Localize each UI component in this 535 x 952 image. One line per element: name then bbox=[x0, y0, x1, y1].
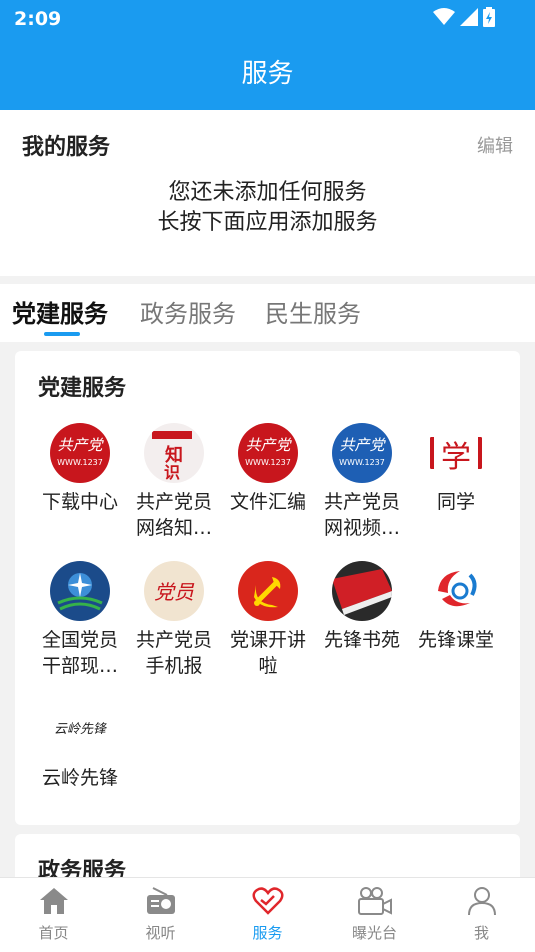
tab-livelihood-services[interactable]: 民生服务 bbox=[265, 294, 361, 329]
service-label: 同学 bbox=[436, 491, 475, 513]
my-services-title: 我的服务 bbox=[22, 135, 111, 160]
service-label: 下载中心 bbox=[41, 491, 118, 513]
signal-icon bbox=[460, 8, 478, 26]
service-pioneer-library[interactable]: 先锋书苑 bbox=[315, 561, 409, 653]
service-label: 共产党员网络知… bbox=[135, 491, 212, 539]
yunling-calligraphy-icon: 云岭先锋 bbox=[50, 699, 110, 759]
svg-text:WWW.1237: WWW.1237 bbox=[245, 458, 291, 467]
svg-text:共产党: 共产党 bbox=[339, 436, 386, 454]
service-video-network[interactable]: 共产党 WWW.1237 共产党员网视频… bbox=[315, 423, 409, 541]
xue-study-icon: 学 bbox=[426, 423, 486, 483]
nav-label: 服务 bbox=[252, 924, 283, 942]
svg-text:云岭先锋: 云岭先锋 bbox=[54, 722, 108, 737]
service-label: 先锋课堂 bbox=[417, 629, 494, 651]
service-document-compilation[interactable]: 共产党 WWW.1237 文件汇编 bbox=[221, 423, 315, 515]
remote-education-globe-icon bbox=[50, 561, 110, 621]
nav-label: 我 bbox=[473, 924, 489, 942]
service-label: 先锋书苑 bbox=[323, 629, 400, 651]
nav-label: 视听 bbox=[145, 924, 176, 942]
battery-icon bbox=[483, 7, 495, 27]
radio-icon bbox=[146, 887, 175, 914]
svg-text:WWW.1237: WWW.1237 bbox=[339, 458, 385, 467]
service-party-lecture[interactable]: 党课开讲啦 bbox=[221, 561, 315, 679]
status-bar: 2:09 bbox=[0, 0, 535, 38]
heart-service-icon bbox=[252, 887, 283, 915]
nav-me[interactable]: 我 bbox=[428, 886, 535, 943]
svg-text:WWW.1237: WWW.1237 bbox=[57, 458, 103, 467]
party-services-title: 党建服务 bbox=[38, 376, 127, 401]
svg-text:学: 学 bbox=[441, 440, 471, 475]
svg-text:识: 识 bbox=[164, 463, 180, 482]
page-title: 服务 bbox=[241, 59, 294, 89]
active-tab-indicator bbox=[44, 332, 80, 336]
empty-line-2: 长按下面应用添加服务 bbox=[157, 210, 378, 235]
service-remote-education[interactable]: 全国党员干部现… bbox=[33, 561, 127, 679]
service-classmates[interactable]: 学 同学 bbox=[409, 423, 503, 515]
svg-text:党员: 党员 bbox=[154, 580, 195, 604]
video-camera-icon bbox=[357, 887, 392, 915]
zhishi-quiz-icon: 知识 bbox=[144, 423, 204, 483]
service-label: 文件汇编 bbox=[229, 491, 306, 513]
person-icon bbox=[467, 887, 496, 916]
empty-line-1: 您还未添加任何服务 bbox=[168, 180, 367, 205]
gongchandangyuan-logo-icon: 共产党 WWW.1237 bbox=[50, 423, 110, 483]
nav-exposure[interactable]: 曝光台 bbox=[321, 886, 428, 943]
service-label: 党课开讲啦 bbox=[229, 629, 306, 677]
service-mobile-newspaper[interactable]: 党员 共产党员手机报 bbox=[127, 561, 221, 679]
party-emblem-icon bbox=[238, 561, 298, 621]
party-services-card: 党建服务 共产党 WWW.1237 下载中心 知识 共产党员网络知… 共产党 WWW… bbox=[15, 351, 520, 825]
nav-label: 曝光台 bbox=[351, 924, 397, 942]
gongchandangyuan-blue-logo-icon: 共产党 WWW.1237 bbox=[332, 423, 392, 483]
service-label: 全国党员干部现… bbox=[41, 629, 118, 677]
bottom-navigation: 首页 视听 服务 曝光台 我 bbox=[0, 877, 535, 952]
my-services-panel: 我的服务 编辑 您还未添加任何服务 长按下面应用添加服务 bbox=[0, 110, 535, 276]
svg-text:共产党: 共产党 bbox=[57, 436, 104, 454]
mobile-newspaper-icon: 党员 bbox=[144, 561, 204, 621]
service-pioneer-classroom[interactable]: 先锋课堂 bbox=[409, 561, 503, 653]
service-download-center[interactable]: 共产党 WWW.1237 下载中心 bbox=[33, 423, 127, 515]
app-bar: 服务 bbox=[0, 38, 535, 110]
tab-party-services[interactable]: 党建服务 bbox=[12, 294, 108, 329]
service-knowledge-quiz[interactable]: 知识 共产党员网络知… bbox=[127, 423, 221, 541]
nav-label: 首页 bbox=[38, 924, 69, 942]
status-time: 2:09 bbox=[14, 8, 62, 30]
service-label: 共产党员网视频… bbox=[323, 491, 400, 539]
status-icons bbox=[433, 7, 495, 27]
gongchandangyuan-logo-icon: 共产党 WWW.1237 bbox=[238, 423, 298, 483]
svg-text:共产党: 共产党 bbox=[245, 436, 292, 454]
pioneer-classroom-icon bbox=[426, 561, 486, 621]
service-label: 云岭先锋 bbox=[41, 767, 118, 789]
service-label: 共产党员手机报 bbox=[135, 629, 212, 677]
service-yunling-pioneer[interactable]: 云岭先锋 云岭先锋 bbox=[33, 699, 127, 791]
nav-services[interactable]: 服务 bbox=[214, 886, 321, 943]
tab-government-services[interactable]: 政务服务 bbox=[140, 294, 236, 329]
wifi-icon bbox=[433, 8, 455, 25]
service-tabs: 党建服务 政务服务 民生服务 bbox=[0, 284, 535, 342]
home-icon bbox=[39, 888, 68, 914]
my-services-empty-message: 您还未添加任何服务 长按下面应用添加服务 bbox=[0, 178, 535, 238]
red-book-icon bbox=[332, 561, 392, 621]
edit-button[interactable]: 编辑 bbox=[477, 132, 513, 158]
nav-audio-video[interactable]: 视听 bbox=[107, 886, 214, 943]
nav-home[interactable]: 首页 bbox=[0, 886, 107, 943]
